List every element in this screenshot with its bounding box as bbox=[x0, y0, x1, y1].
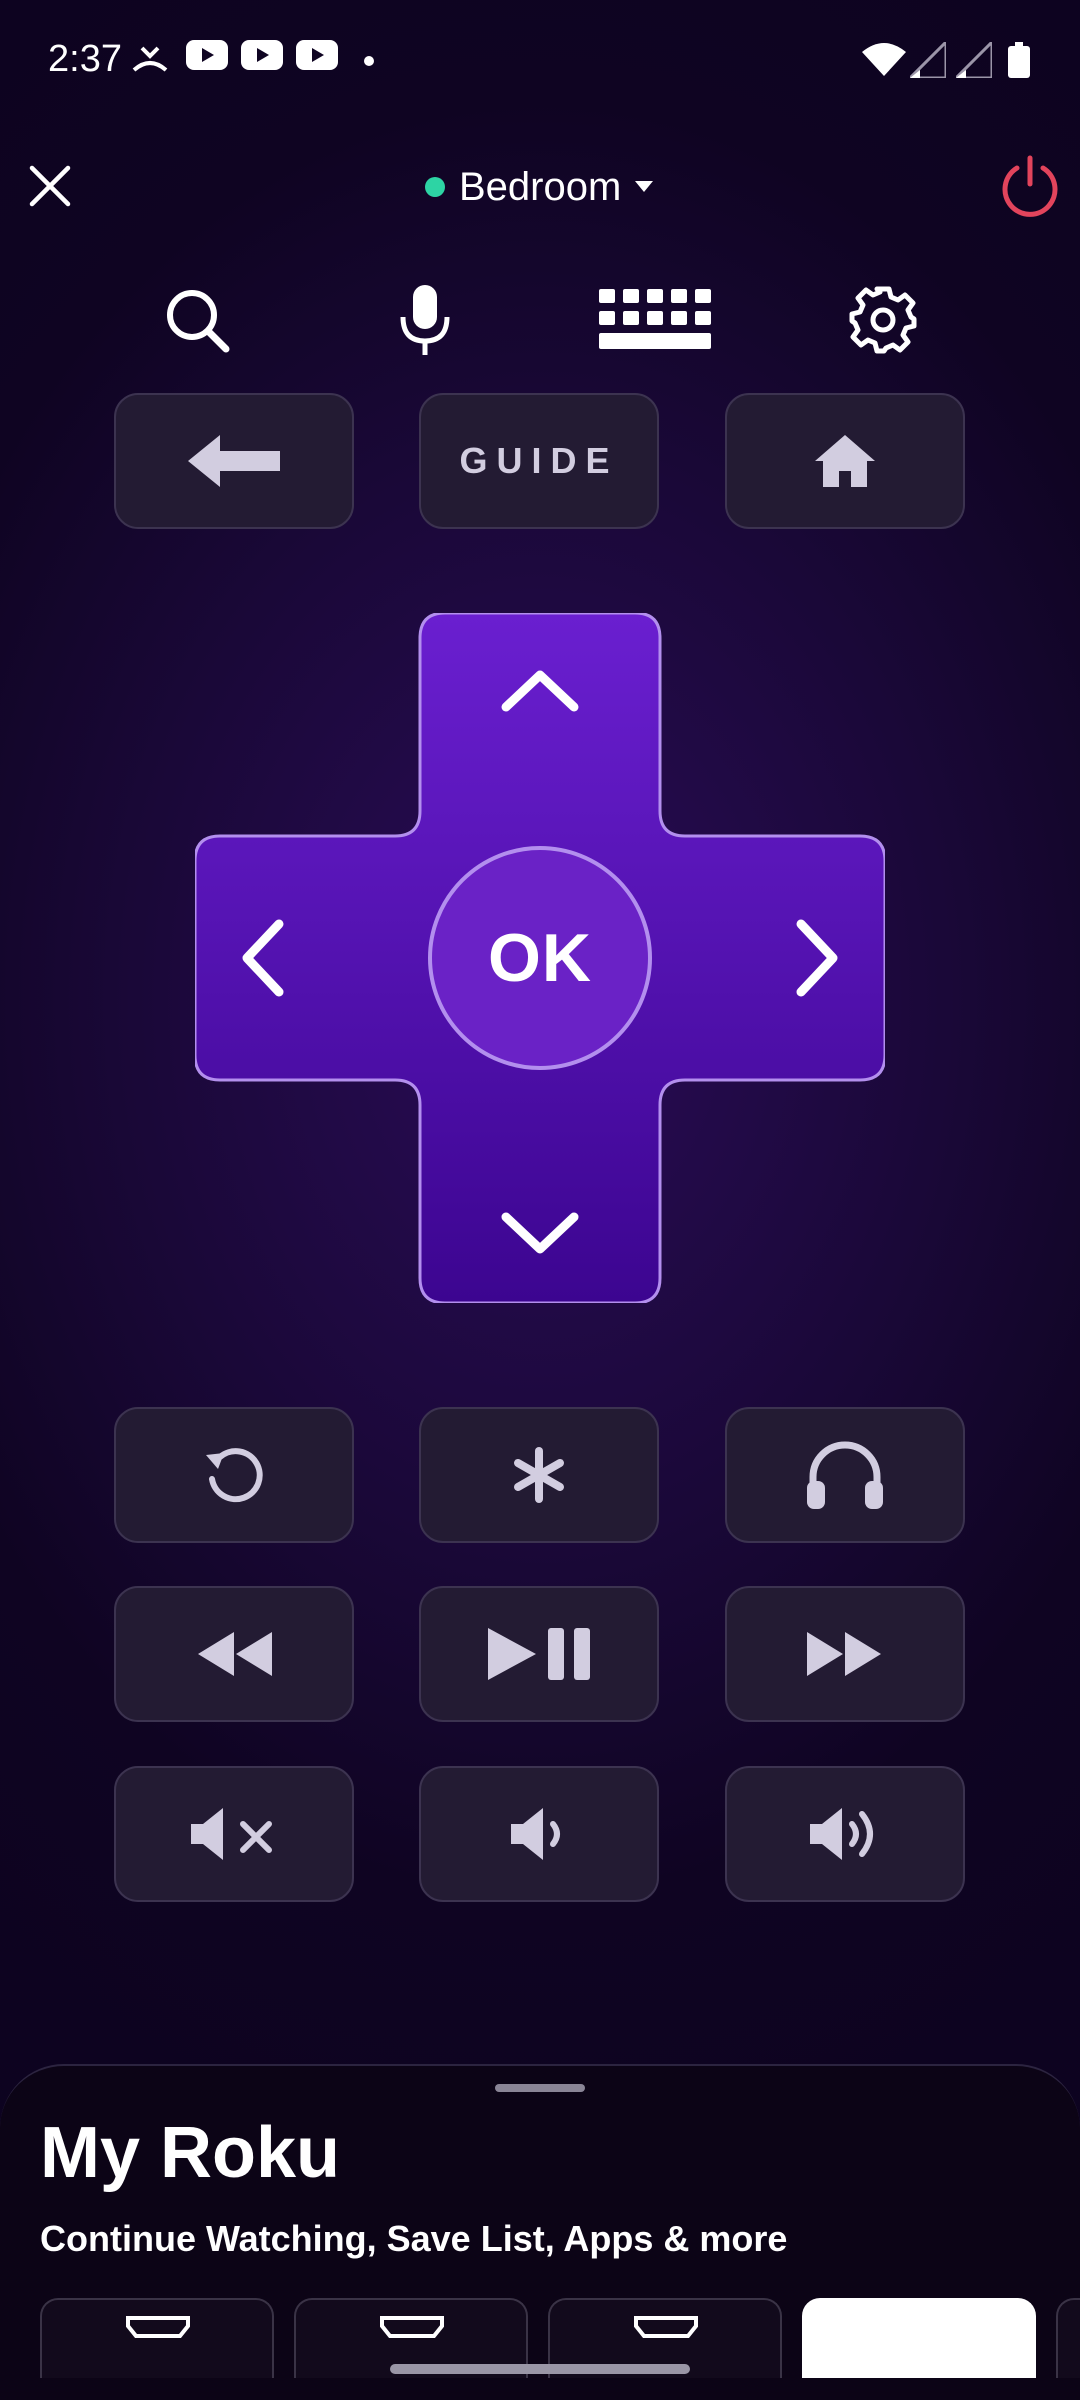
fast-forward-button[interactable] bbox=[725, 1586, 965, 1722]
home-button[interactable] bbox=[725, 393, 965, 529]
dpad-down-button[interactable] bbox=[420, 1080, 660, 1303]
microphone-icon bbox=[400, 285, 450, 355]
options-button[interactable] bbox=[419, 1407, 659, 1543]
mute-icon bbox=[191, 1808, 272, 1860]
power-icon bbox=[1002, 155, 1058, 217]
close-button[interactable] bbox=[24, 160, 76, 212]
app-card[interactable] bbox=[1056, 2298, 1080, 2378]
search-button[interactable] bbox=[157, 280, 237, 360]
play-pause-icon bbox=[488, 1628, 590, 1680]
dpad-up-button[interactable] bbox=[420, 613, 660, 836]
power-button[interactable] bbox=[996, 152, 1064, 220]
my-roku-sheet[interactable]: My Roku Continue Watching, Save List, Ap… bbox=[0, 2064, 1080, 2400]
dpad-left-button[interactable] bbox=[195, 836, 420, 1080]
status-time: 2:37 bbox=[48, 38, 122, 80]
instant-replay-button[interactable] bbox=[114, 1407, 354, 1543]
guide-label: GUIDE bbox=[459, 440, 619, 481]
device-status-dot bbox=[425, 177, 445, 197]
dot-icon bbox=[364, 56, 374, 66]
volume-up-button[interactable] bbox=[725, 1766, 965, 1902]
device-name: Bedroom bbox=[459, 164, 622, 209]
missed-call-icon bbox=[132, 46, 168, 72]
sheet-subtitle: Continue Watching, Save List, Apps & mor… bbox=[40, 2218, 788, 2259]
status-bar: 2:37 bbox=[0, 0, 1080, 120]
hdmi-icon bbox=[634, 2316, 698, 2338]
battery-icon bbox=[1008, 42, 1030, 78]
voice-button[interactable] bbox=[385, 280, 465, 360]
youtube-icon bbox=[296, 40, 338, 70]
close-icon bbox=[29, 165, 71, 207]
keyboard-icon bbox=[599, 289, 711, 349]
replay-icon bbox=[206, 1448, 263, 1503]
signal-icon bbox=[956, 42, 992, 78]
wifi-icon bbox=[862, 43, 906, 76]
app-card[interactable] bbox=[802, 2298, 1036, 2378]
settings-button[interactable] bbox=[843, 280, 923, 360]
private-listening-button[interactable] bbox=[725, 1407, 965, 1543]
youtube-icon bbox=[186, 40, 228, 70]
directional-pad: OK bbox=[195, 613, 885, 1303]
rewind-button[interactable] bbox=[114, 1586, 354, 1722]
hdmi-icon bbox=[126, 2316, 190, 2338]
keyboard-button[interactable] bbox=[597, 280, 713, 360]
volume-down-icon bbox=[511, 1808, 560, 1860]
back-button[interactable] bbox=[114, 393, 354, 529]
sheet-title: My Roku bbox=[40, 2113, 341, 2193]
headphones-icon bbox=[807, 1441, 883, 1509]
dpad-right-button[interactable] bbox=[660, 836, 885, 1080]
search-icon bbox=[167, 290, 230, 353]
mute-button[interactable] bbox=[114, 1766, 354, 1902]
caret-down-icon bbox=[635, 181, 654, 192]
device-selector[interactable]: Bedroom bbox=[425, 160, 654, 214]
ok-label: OK bbox=[488, 920, 592, 996]
input-card[interactable] bbox=[40, 2298, 274, 2378]
play-pause-button[interactable] bbox=[419, 1586, 659, 1722]
hdmi-icon bbox=[380, 2316, 444, 2338]
asterisk-icon bbox=[514, 1447, 564, 1503]
signal-icon bbox=[910, 42, 946, 78]
volume-up-icon bbox=[810, 1808, 873, 1860]
rewind-icon bbox=[198, 1632, 272, 1676]
youtube-icon bbox=[241, 40, 283, 70]
sheet-drag-handle[interactable] bbox=[495, 2084, 585, 2092]
volume-down-button[interactable] bbox=[419, 1766, 659, 1902]
guide-button[interactable]: GUIDE bbox=[419, 393, 659, 529]
fast-forward-icon bbox=[807, 1632, 881, 1676]
gesture-nav-bar[interactable] bbox=[390, 2364, 690, 2374]
ok-button[interactable]: OK bbox=[428, 846, 652, 1070]
back-arrow-icon bbox=[188, 435, 280, 487]
home-icon bbox=[815, 435, 875, 487]
gear-icon bbox=[849, 286, 917, 354]
